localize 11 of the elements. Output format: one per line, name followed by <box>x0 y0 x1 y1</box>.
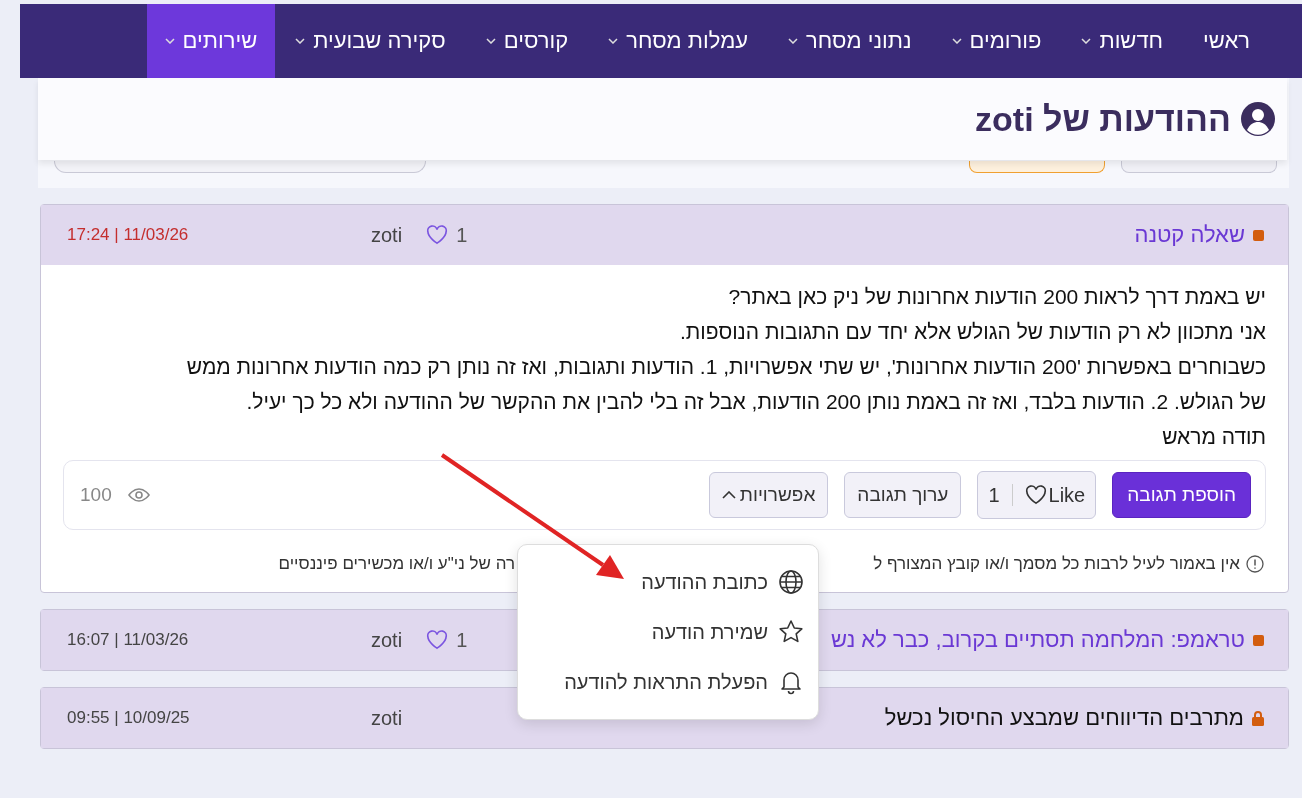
disclaimer-text: אין באמור לעיל לרבות כל מסמך ו/או קובץ המצורף ל <box>873 554 1240 574</box>
post-date: 09:55 | 10/09/25 <box>67 708 190 728</box>
like-count: 1 <box>456 223 468 247</box>
post-text: יש באמת דרך לראות 200 הודעות אחרונות של ניק כאן באתר? אני מתכוון לא רק הודעות של הגולש אלא יחד עם התגובות הנוספות. כשבוחרים באפשרות '200 הודעות אחרונות', יש שתי אפשרויות, 1. הודעות ותגובות, ואז זה נותן רק כמה הודעות אחרונות ממש של הגולש. 2. הודעות בלבד, ואז זה באמת נותן 200 הודעות, אבל זה בלי להבין את ההקשר של ההודעה ולא כל כך יעיל. תודה מראש <box>185 284 1266 450</box>
view-count: 100 <box>80 484 112 506</box>
like-count: 1 <box>988 483 1000 507</box>
disclaimer-text: רה של ני"ע ו/או מכשירים פיננסיים <box>277 554 515 574</box>
like-count: 1 <box>456 628 468 652</box>
page-title: ההודעות של zoti <box>975 99 1231 139</box>
post-date: 16:07 | 11/03/26 <box>67 630 189 650</box>
post-date: 17:24 | 11/03/26 <box>67 225 189 245</box>
